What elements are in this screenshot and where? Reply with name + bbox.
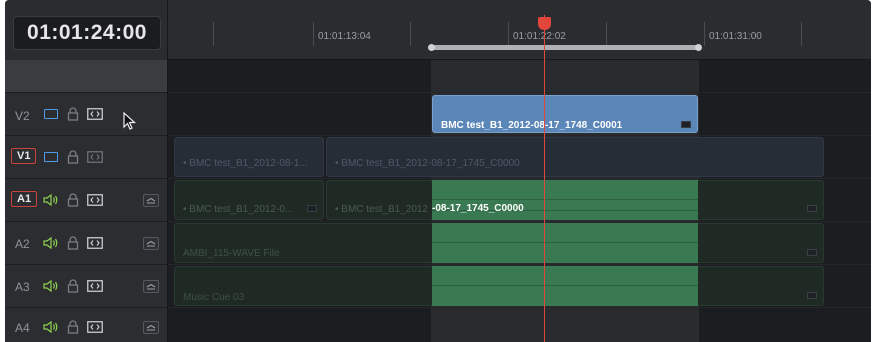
track-label-v2: V2 [15,109,30,123]
clip-name: • BMC test_B1_2012-08-1... [183,158,308,169]
ruler-label: 01:01:22:02 [513,31,566,42]
expand-icon[interactable] [143,321,159,334]
expand-icon[interactable] [143,194,159,207]
mouse-cursor-icon [123,111,137,132]
in-out-range-bar[interactable] [428,44,702,51]
waveform-line [432,242,698,243]
ruler-tick [508,22,509,46]
clip-v2-selected[interactable]: BMC test_B1_2012-08-17_1748_C0001 [432,95,698,133]
track-label-a4: A4 [15,321,30,335]
ruler-tick [801,22,802,46]
auto-select-icon[interactable] [87,321,103,333]
lock-icon[interactable] [67,320,79,334]
track-header-a3[interactable]: A3 [5,264,168,307]
clip-name: -08-17_1745_C0000 [432,203,524,214]
clip-a2-selected-section[interactable] [432,223,698,263]
clip-badge-icon [681,121,691,128]
clip-badge-icon [307,205,317,212]
auto-select-icon[interactable] [87,108,103,120]
video-monitor-icon[interactable] [44,109,58,119]
track-header-spacer [5,60,168,92]
timeline-tracks-area[interactable]: BMC test_B1_2012-08-17_1748_C0001 • BMC … [168,60,871,342]
auto-select-icon[interactable] [87,151,103,163]
auto-select-icon[interactable] [87,280,103,292]
track-header-a2[interactable]: A2 [5,221,168,264]
track-header-a4[interactable]: A4 [5,307,168,342]
lock-icon[interactable] [67,193,79,207]
lane-divider [168,264,871,265]
lane-divider [168,307,871,308]
clip-a1-a[interactable]: • BMC test_B1_2012-0... [174,180,324,220]
track-label-v1[interactable]: V1 [11,148,37,164]
lane-divider [168,135,871,136]
timeline-window: 01:01:24:00 V2 V1 A1 A2 A3 A4 01:01:13:0… [5,0,871,342]
speaker-icon[interactable] [43,320,59,334]
ruler-label: 01:01:13:04 [318,31,371,42]
track-header-a1[interactable]: A1 [5,178,168,221]
clip-name: • BMC test_B1_2012-0... [183,204,294,215]
auto-select-icon[interactable] [87,237,103,249]
clip-badge-icon [807,292,817,299]
speaker-icon[interactable] [43,193,59,207]
track-label-a2: A2 [15,237,30,251]
lane-divider [168,178,871,179]
expand-icon[interactable] [143,237,159,250]
lock-icon[interactable] [67,107,79,121]
track-label-a3: A3 [15,280,30,294]
clip-name: • BMC test_B1_2012 [335,204,428,215]
lock-icon[interactable] [67,279,79,293]
lock-icon[interactable] [67,236,79,250]
clip-name: Music Cue 03 [183,292,245,303]
waveform-line [432,199,698,200]
waveform-line [432,285,698,286]
ruler-tick [704,22,705,46]
clip-badge-icon [807,205,817,212]
track-header-v1[interactable]: V1 [5,135,168,178]
ruler-label: 01:01:31:00 [709,31,762,42]
timecode-panel: 01:01:24:00 [5,0,168,60]
clip-name: BMC test_B1_2012-08-17_1748_C0001 [441,120,623,131]
ruler-tick [213,22,214,46]
clip-badge-icon [807,249,817,256]
clip-v1-b[interactable]: • BMC test_B1_2012-08-17_1745_C0000 [326,137,824,177]
clip-name: • BMC test_B1_2012-08-17_1745_C0000 [335,158,520,169]
ruler-tick [410,22,411,46]
timecode-display[interactable]: 01:01:24:00 [13,16,161,50]
speaker-icon[interactable] [43,236,59,250]
clip-a1-selected-section[interactable]: -08-17_1745_C0000 [432,180,698,220]
speaker-icon[interactable] [43,279,59,293]
clip-name: AMBI_115-WAVE File [183,248,280,259]
track-header-v2[interactable]: V2 [5,92,168,135]
lock-icon[interactable] [67,150,79,164]
timeline-ruler[interactable]: 01:01:13:04 01:01:22:02 01:01:31:00 [168,0,871,60]
auto-select-icon[interactable] [87,194,103,206]
ruler-tick [606,22,607,46]
video-monitor-icon[interactable] [44,152,58,162]
clip-a3-selected-section[interactable] [432,266,698,306]
lane-divider [168,92,871,93]
clip-v1-a[interactable]: • BMC test_B1_2012-08-1... [174,137,324,177]
playhead-line[interactable] [544,15,545,342]
expand-icon[interactable] [143,280,159,293]
track-label-a1[interactable]: A1 [11,191,38,207]
ruler-tick [313,22,314,46]
lane-divider [168,221,871,222]
